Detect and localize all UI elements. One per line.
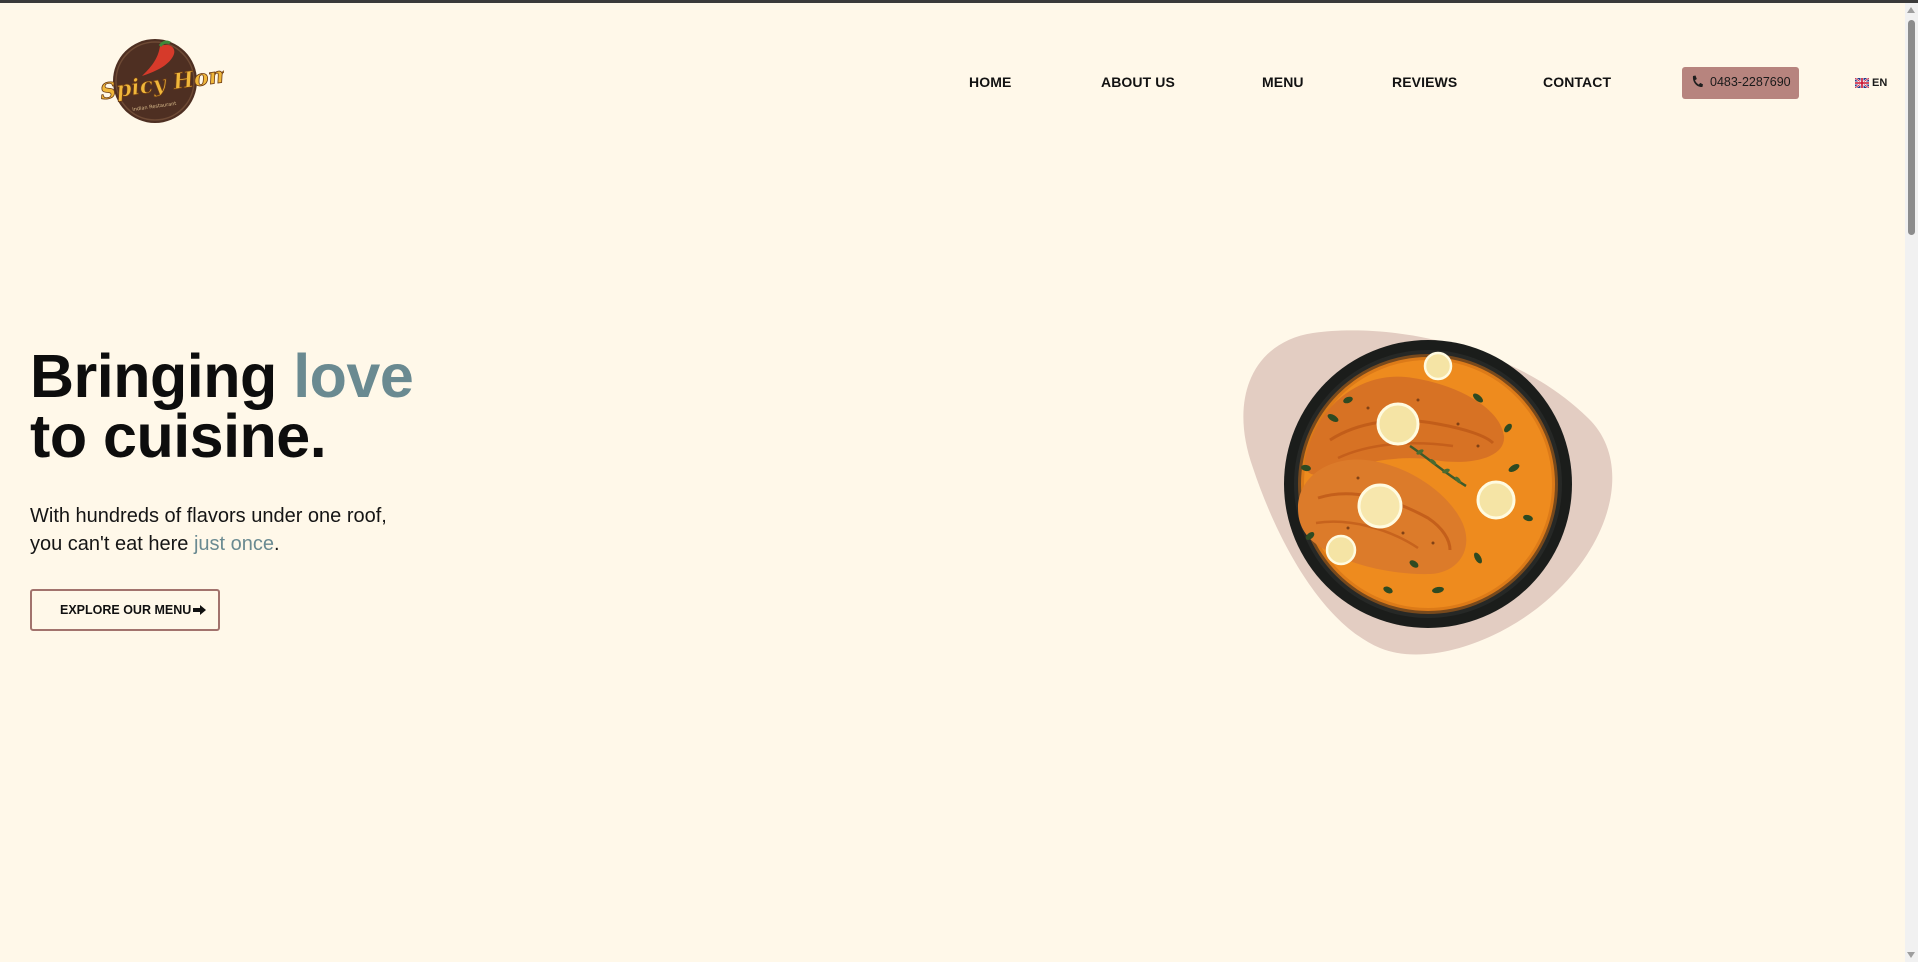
nav-contact[interactable]: CONTACT	[1543, 74, 1611, 90]
spicy-home-logo-icon: Spicy Home Indian Restaurant	[98, 39, 247, 123]
brand-logo[interactable]: Spicy Home Indian Restaurant	[94, 36, 247, 124]
hero-subtitle: With hundreds of flavors under one roof,…	[30, 502, 387, 558]
language-label: EN	[1872, 77, 1888, 89]
uk-flag-icon	[1855, 78, 1869, 88]
phone-icon	[1692, 75, 1703, 88]
hero-title-highlight: love	[293, 342, 414, 410]
explore-menu-label: EXPLORE OUR MENU	[60, 603, 192, 617]
explore-menu-button[interactable]: EXPLORE OUR MENU	[30, 589, 220, 631]
nav-menu[interactable]: MENU	[1262, 74, 1304, 90]
scroll-up-icon[interactable]	[1907, 7, 1915, 13]
arrow-right-icon	[193, 605, 206, 615]
hero-subtitle-highlight: just once	[193, 533, 274, 555]
hero-title-part1: Bringing	[30, 342, 294, 410]
page-scrollbar[interactable]	[1905, 3, 1918, 962]
nav-about-us[interactable]: ABOUT US	[1101, 74, 1175, 90]
scroll-thumb[interactable]	[1908, 20, 1915, 235]
salmon-curry-bowl-image	[1243, 330, 1613, 655]
window-top-border	[0, 0, 1918, 3]
hero-title: Bringing love to cuisine.	[30, 346, 414, 467]
phone-button[interactable]: 0483-2287690	[1682, 67, 1799, 99]
phone-number: 0483-2287690	[1710, 75, 1791, 89]
hero-title-line2: to cuisine.	[30, 402, 327, 470]
nav-reviews[interactable]: REVIEWS	[1392, 74, 1457, 90]
hero-subtitle-line2-prefix: you can't eat here	[30, 533, 194, 555]
language-selector[interactable]: EN	[1855, 76, 1887, 90]
nav-home[interactable]: HOME	[969, 74, 1011, 90]
hero-subtitle-line1: With hundreds of flavors under one roof,	[30, 505, 387, 527]
hero-subtitle-line2-suffix: .	[274, 533, 280, 555]
scroll-down-icon[interactable]	[1907, 952, 1915, 958]
